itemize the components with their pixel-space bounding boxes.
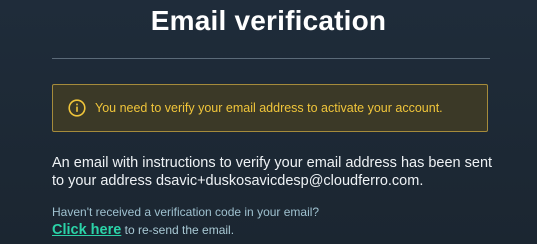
info-icon bbox=[68, 99, 86, 117]
info-line-1: An email with instructions to verify you… bbox=[52, 155, 493, 171]
verification-card: Email verification You need to verify yo… bbox=[0, 0, 537, 244]
resend-link[interactable]: Click here bbox=[52, 222, 121, 238]
warning-alert: You need to verify your email address to… bbox=[52, 84, 488, 132]
help-question: Haven't received a verification code in … bbox=[52, 205, 320, 219]
resend-suffix: to re-send the email. bbox=[121, 223, 235, 237]
info-message: An email with instructions to verify you… bbox=[52, 154, 512, 190]
page-title: Email verification bbox=[150, 5, 387, 36]
divider bbox=[52, 58, 490, 59]
alert-message: You need to verify your email address to… bbox=[95, 101, 443, 115]
info-line-2: to your address dsavic+duskosavicdesp@cl… bbox=[52, 173, 424, 189]
resend-row: Click here to re-send the email. bbox=[52, 222, 234, 238]
